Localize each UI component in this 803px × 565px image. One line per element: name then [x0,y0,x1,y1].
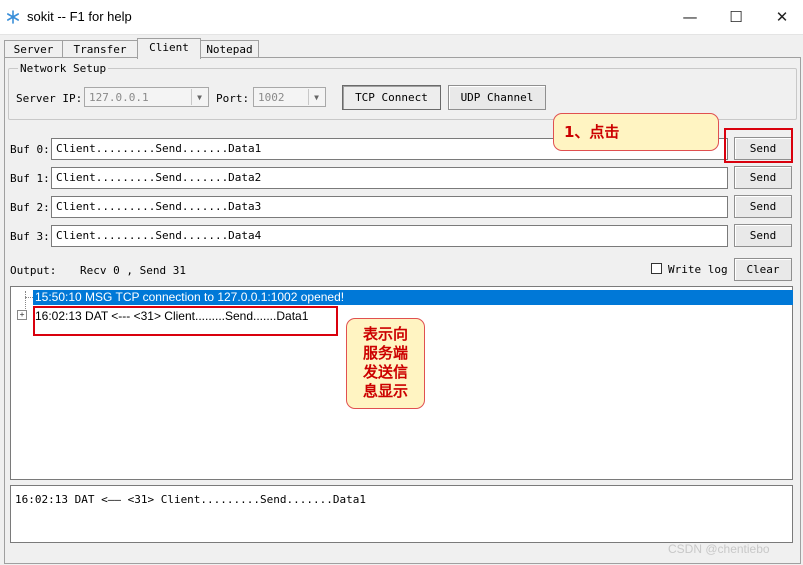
output-stats: Recv 0 , Send 31 [80,264,186,277]
buf1-input[interactable]: Client.........Send.......Data2 [51,167,728,189]
tab-transfer[interactable]: Transfer [62,40,138,58]
log-textbox[interactable]: 16:02:13 DAT <—— <31> Client.........Sen… [10,485,793,543]
data-row-highlight-box [33,306,338,336]
callout-line: 表示向 [362,325,408,343]
tree-connector [25,291,26,311]
write-log-checkbox[interactable] [651,263,662,274]
clear-button[interactable]: Clear [734,258,792,281]
buf0-label: Buf 0: [10,143,50,156]
tcp-connect-button[interactable]: TCP Connect [342,85,441,110]
maximize-button[interactable]: ☐ [713,0,759,34]
udp-channel-button[interactable]: UDP Channel [448,85,546,110]
port-combo[interactable]: 1002 ▼ [253,87,326,107]
server-ip-combo[interactable]: 127.0.0.1 ▼ [84,87,209,107]
chevron-down-icon[interactable]: ▼ [308,89,324,105]
sokit-window: sokit -- F1 for help — ☐ ✕ Server Transf… [0,0,803,565]
buf3-label: Buf 3: [10,230,50,243]
tree-connector [25,297,33,298]
tab-server[interactable]: Server [4,40,63,58]
buf2-label: Buf 2: [10,201,50,214]
server-ip-value: 127.0.0.1 [89,91,149,104]
send-highlight-box [724,128,793,163]
watermark: CSDN @chentiebo [668,542,770,556]
tab-notepad[interactable]: Notepad [200,40,259,58]
port-label: Port: [216,92,250,105]
tree-item-connection[interactable]: 15:50:10 MSG TCP connection to 127.0.0.1… [33,290,793,305]
server-ip-label: Server IP: [16,92,83,105]
callout-line: 服务端 [362,344,408,362]
click-callout: 1、点击 [553,113,719,151]
port-value: 1002 [258,91,285,104]
close-icon: ✕ [775,8,789,26]
buf2-input[interactable]: Client.........Send.......Data3 [51,196,728,218]
window-title: sokit -- F1 for help [27,9,132,24]
expand-plus-icon[interactable]: + [17,310,27,320]
tab-client[interactable]: Client [137,38,201,59]
callout-line: 发送信 [362,363,408,381]
close-button[interactable]: ✕ [759,0,803,34]
buf3-input[interactable]: Client.........Send.......Data4 [51,225,728,247]
send-info-callout: 表示向 服务端 发送信 息显示 [346,318,425,409]
minimize-button[interactable]: — [667,0,713,34]
maximize-icon: ☐ [729,8,743,26]
network-setup-label: Network Setup [18,62,109,75]
buf3-send-button[interactable]: Send [734,224,792,247]
snowflake-icon [6,10,19,24]
buf1-label: Buf 1: [10,172,50,185]
write-log-label[interactable]: Write log [668,263,728,276]
buf2-send-button[interactable]: Send [734,195,792,218]
chevron-down-icon[interactable]: ▼ [191,89,207,105]
minimize-icon: — [682,8,698,26]
title-bar: sokit -- F1 for help — ☐ ✕ [0,0,803,35]
buf1-send-button[interactable]: Send [734,166,792,189]
output-label: Output: [10,264,57,277]
callout-line: 息显示 [362,382,408,400]
